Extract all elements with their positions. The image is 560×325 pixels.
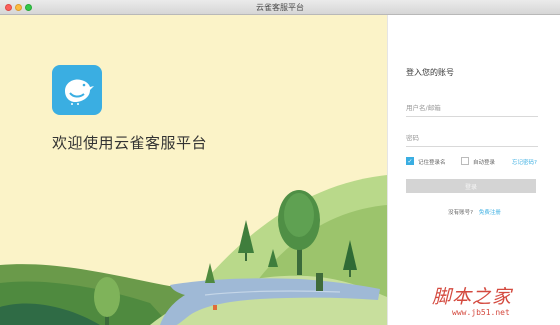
login-button[interactable]: 登录 <box>406 179 536 193</box>
watermark-url: www.jb51.net <box>452 308 510 317</box>
register-link[interactable]: 免费注册 <box>479 210 501 216</box>
landscape-illustration <box>0 175 387 325</box>
password-input[interactable] <box>406 130 538 147</box>
watermark: 脚本之家 www.jb51.net <box>432 282 556 322</box>
login-panel: 登入您的账号 ✓ 记住登录名 自动登录 忘记密码? 登录 没有账号? 免费注册 <box>387 15 560 325</box>
username-input[interactable] <box>406 100 538 117</box>
remember-checkbox[interactable]: ✓ <box>406 157 414 165</box>
forgot-password-link[interactable]: 忘记密码? <box>512 158 537 166</box>
register-question: 没有账号? <box>448 210 474 216</box>
welcome-panel: 欢迎使用云雀客服平台 <box>0 15 387 325</box>
window-title: 云雀客服平台 <box>256 3 304 12</box>
register-row: 没有账号? 免费注册 <box>388 208 560 216</box>
remember-label[interactable]: 记住登录名 <box>418 158 446 166</box>
login-options: ✓ 记住登录名 自动登录 忘记密码? <box>406 157 546 169</box>
login-title: 登入您的账号 <box>406 68 454 77</box>
auto-login-label[interactable]: 自动登录 <box>473 158 495 166</box>
bird-icon <box>65 79 94 105</box>
watermark-text: 脚本之家 <box>432 286 513 308</box>
auto-login-checkbox[interactable] <box>461 157 469 165</box>
welcome-heading: 欢迎使用云雀客服平台 <box>52 134 208 152</box>
app-logo <box>52 65 102 115</box>
window-titlebar: 云雀客服平台 <box>0 0 560 15</box>
